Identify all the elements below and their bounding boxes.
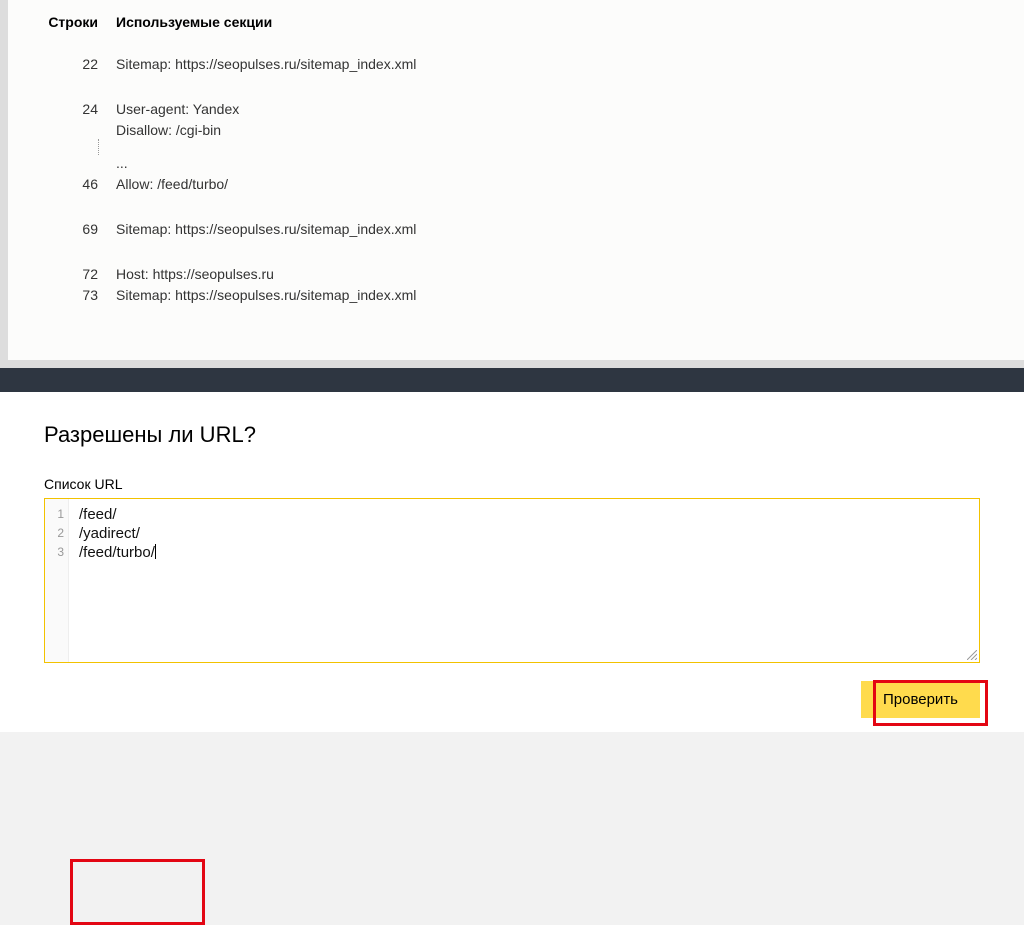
robots-row: 72Host: https://seopulses.ru [8, 264, 1024, 285]
url-editor-content[interactable]: /feed//yadirect//feed/turbo/ [69, 499, 979, 662]
robots-row: 73Sitemap: https://seopulses.ru/sitemap_… [8, 285, 1024, 306]
line-number: 72 [8, 264, 116, 285]
check-button[interactable]: Проверить [861, 681, 980, 718]
url-line: /yadirect/ [79, 524, 971, 543]
url-list-label: Список URL [44, 476, 980, 492]
robots-row: 69Sitemap: https://seopulses.ru/sitemap_… [8, 219, 1024, 240]
line-number: 46 [8, 174, 116, 195]
line-number: 73 [8, 285, 116, 306]
robots-row: 22Sitemap: https://seopulses.ru/sitemap_… [8, 54, 1024, 75]
robots-row: 46Allow: /feed/turbo/ [8, 174, 1024, 195]
gutter-ln: 1 [45, 505, 64, 524]
line-number: 69 [8, 219, 116, 240]
url-check-heading: Разрешены ли URL? [44, 422, 980, 448]
resize-handle-icon[interactable] [967, 650, 977, 660]
line-number: 24 [8, 99, 116, 120]
line-text: Disallow: /cgi-bin [116, 120, 1024, 141]
text-caret [155, 544, 156, 559]
robots-sections-panel: Строки Используемые секции 22Sitemap: ht… [0, 0, 1024, 368]
line-text: Sitemap: https://seopulses.ru/sitemap_in… [116, 219, 1024, 240]
url-editor[interactable]: 123 /feed//yadirect//feed/turbo/ [44, 498, 980, 663]
line-text: Allow: /feed/turbo/ [116, 174, 1024, 195]
line-number: 22 [8, 54, 116, 75]
annotation-highlight-input [70, 859, 205, 925]
separator-strip [0, 368, 1024, 392]
url-check-panel: Разрешены ли URL? Список URL 123 /feed//… [0, 392, 1024, 732]
url-line: /feed/ [79, 505, 971, 524]
robots-row: Disallow: /cgi-bin [8, 120, 1024, 141]
column-header-content: Используемые секции [116, 14, 1024, 30]
robots-row: ... [8, 153, 1024, 174]
line-text: Sitemap: https://seopulses.ru/sitemap_in… [116, 54, 1024, 75]
url-line: /feed/turbo/ [79, 543, 971, 562]
robots-rows: 22Sitemap: https://seopulses.ru/sitemap_… [8, 54, 1024, 306]
line-text: Host: https://seopulses.ru [116, 264, 1024, 285]
gutter-ln: 2 [45, 524, 64, 543]
robots-row: 24User-agent: Yandex [8, 99, 1024, 120]
line-number [8, 120, 116, 141]
url-editor-gutter: 123 [45, 499, 69, 662]
column-header-lines: Строки [8, 14, 116, 30]
line-text: User-agent: Yandex [116, 99, 1024, 120]
line-text: Sitemap: https://seopulses.ru/sitemap_in… [116, 285, 1024, 306]
gutter-ln: 3 [45, 543, 64, 562]
